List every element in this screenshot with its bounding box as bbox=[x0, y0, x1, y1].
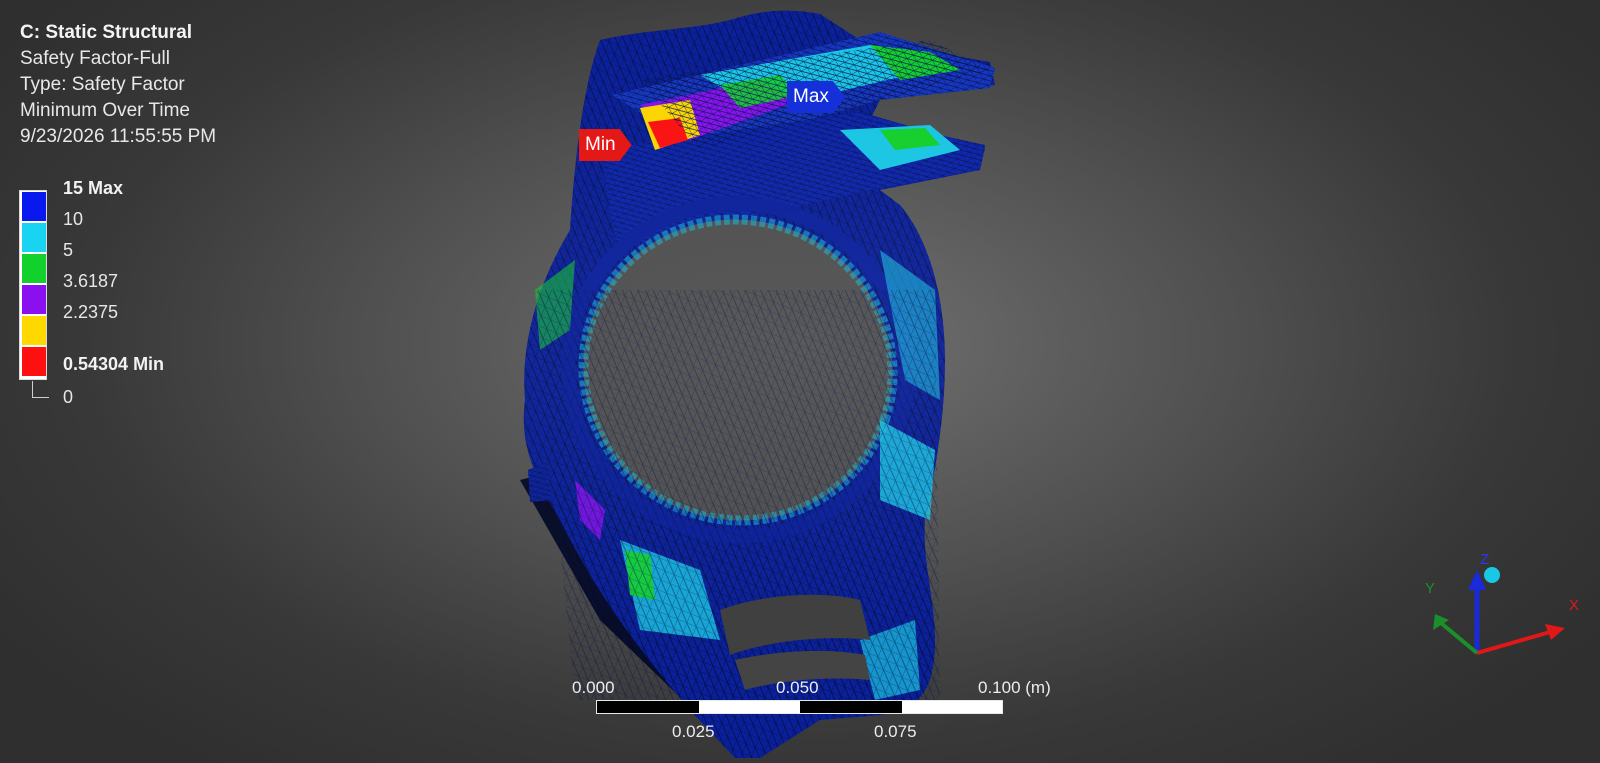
mesh-model bbox=[0, 0, 1600, 763]
max-probe-tag[interactable]: Max bbox=[787, 81, 845, 113]
axis-label-z: Z bbox=[1480, 551, 1489, 568]
analysis-title: C: Static Structural bbox=[20, 22, 193, 43]
axis-label-y: Y bbox=[1425, 580, 1435, 597]
axis-triad[interactable]: Z X Y bbox=[1405, 548, 1585, 668]
legend-label-zero: 0 bbox=[63, 387, 74, 407]
contour-legend[interactable]: 15 Max 10 5 3.6187 2.2375 0.54304 Min 0 bbox=[19, 178, 219, 410]
legend-swatch-6 bbox=[22, 347, 46, 376]
result-mode: Minimum Over Time bbox=[20, 100, 190, 121]
result-name: Safety Factor-Full bbox=[20, 48, 170, 69]
graphics-viewport[interactable]: C: Static Structural Safety Factor-Full … bbox=[0, 0, 1600, 763]
scale-tick-label: 0.050 bbox=[776, 678, 819, 697]
legend-swatch-1 bbox=[22, 192, 46, 221]
legend-swatch-3 bbox=[22, 254, 46, 283]
axis-label-x: X bbox=[1569, 597, 1579, 614]
legend-label-max: 15 Max bbox=[63, 178, 124, 198]
legend-swatch-4 bbox=[22, 285, 46, 314]
legend-label-min: 0.54304 Min bbox=[63, 354, 165, 374]
legend-label: 5 bbox=[63, 240, 74, 260]
scale-tick-label: 0.100 (m) bbox=[978, 678, 1051, 697]
scale-tick-label: 0.075 bbox=[874, 722, 917, 741]
legend-label: 10 bbox=[63, 209, 84, 229]
result-timestamp: 9/23/2026 11:55:55 PM bbox=[20, 126, 217, 147]
scale-tick-label: 0.025 bbox=[672, 722, 715, 741]
scale-tick-label: 0.000 bbox=[572, 678, 615, 697]
legend-swatch-5 bbox=[22, 316, 46, 345]
legend-zero-marker bbox=[32, 381, 49, 398]
result-info: C: Static Structural Safety Factor-Full … bbox=[20, 20, 216, 150]
legend-color-bar[interactable] bbox=[19, 190, 47, 380]
legend-swatch-2 bbox=[22, 223, 46, 252]
legend-label: 3.6187 bbox=[63, 271, 119, 291]
scale-ruler bbox=[596, 700, 1003, 714]
result-type: Type: Safety Factor bbox=[20, 74, 185, 95]
legend-label: 2.2375 bbox=[63, 302, 119, 322]
